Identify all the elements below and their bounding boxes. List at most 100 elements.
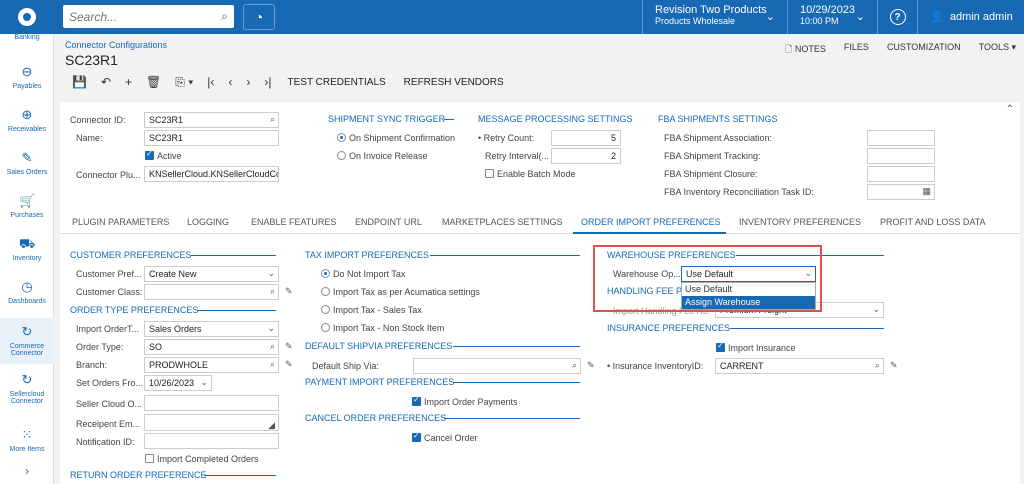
test-credentials-button[interactable]: TEST CREDENTIALS <box>279 77 395 88</box>
help-button[interactable]: ? <box>877 0 917 34</box>
history-button[interactable]: ◔ <box>243 4 275 30</box>
tab-bar: PLUGIN PARAMETERS LOGGING ENABLE FEATURE… <box>60 212 1020 234</box>
notes-button[interactable]: 🗋 NOTES <box>785 42 826 58</box>
customer-pref-select[interactable]: Create New ⌄ <box>144 266 279 282</box>
on-shipment-radio[interactable] <box>337 133 346 142</box>
sidebar-item-sellercloud-connector[interactable]: ↻ Sellercloud Connector <box>0 372 54 405</box>
tab-plugin-parameters[interactable]: PLUGIN PARAMETERS <box>72 217 169 227</box>
form-area: ⌃ Connector ID: SC23R1 ⌕ Name: SC23R1 Act… <box>60 102 1020 484</box>
copy-icon[interactable]: ⎘ ▾ <box>168 75 200 90</box>
add-icon[interactable]: + <box>118 75 139 89</box>
company-selector[interactable]: Revision Two Products Products Wholesale… <box>642 0 787 34</box>
batch-mode-checkbox[interactable] <box>485 169 494 178</box>
cancel-order-checkbox[interactable] <box>412 431 421 442</box>
import-insurance-checkbox[interactable] <box>716 341 725 352</box>
tab-endpoint-url[interactable]: ENDPOINT URL <box>355 217 422 227</box>
seller-cloud-field[interactable] <box>144 395 279 411</box>
date-selector[interactable]: 10/29/2023 10:00 PM ⌄ <box>787 0 877 34</box>
sidebar-item-dashboards[interactable]: ◷ Dashboards <box>0 279 54 305</box>
breadcrumb[interactable]: Connector Configurations <box>65 40 167 50</box>
fba-closure-field[interactable] <box>867 166 935 182</box>
edit-icon[interactable]: ✎ <box>890 360 898 371</box>
sidebar-item-label: Dashboards <box>8 298 46 305</box>
sidebar-item-sales-orders[interactable]: ✎ Sales Orders <box>0 150 54 176</box>
import-tax-acumatica-radio[interactable] <box>321 287 330 296</box>
calendar-icon[interactable]: ▦ <box>922 186 931 197</box>
search-icon[interactable]: ⌕ <box>270 341 275 352</box>
sidebar-item-commerce-connector[interactable]: ↻ Commerce Connector <box>0 318 54 364</box>
insurance-inventory-field[interactable]: CARRENT ⌕ <box>715 358 884 374</box>
import-completed-checkbox[interactable] <box>145 454 154 463</box>
sidebar-item-purchases[interactable]: 🛒 Purchases <box>0 193 54 219</box>
fba-recon-field[interactable]: ▦ <box>867 184 935 200</box>
on-invoice-radio[interactable] <box>337 151 346 160</box>
user-menu[interactable]: 👤 admin admin <box>917 0 1024 34</box>
search-icon[interactable]: ⌕ <box>221 9 228 24</box>
search-icon[interactable]: ⌕ <box>270 286 275 297</box>
sidebar-item-more-items[interactable]: ⁙ More Items <box>0 427 54 453</box>
import-order-type-select[interactable]: Sales Orders ⌄ <box>144 321 279 337</box>
sidebar-item-banking[interactable]: Banking <box>0 34 54 41</box>
edit-icon[interactable]: ✎ <box>285 359 293 370</box>
retry-interval-field[interactable]: 2 <box>551 148 621 164</box>
tab-order-import-preferences[interactable]: ORDER IMPORT PREFERENCES <box>581 217 721 227</box>
tab-marketplaces-settings[interactable]: MARKETPLACES SETTINGS <box>442 217 563 227</box>
search-icon[interactable]: ⌕ <box>572 360 577 371</box>
import-tax-sales-radio[interactable] <box>321 305 330 314</box>
search-input[interactable]: Search... ⌕ <box>63 5 234 28</box>
fba-association-field[interactable] <box>867 130 935 146</box>
logo[interactable] <box>0 0 54 34</box>
collapse-icon[interactable]: ⌃ <box>1006 104 1014 115</box>
save-icon[interactable]: 💾 <box>65 75 94 89</box>
branch-field[interactable]: PRODWHOLE ⌕ <box>144 357 279 373</box>
tab-enable-features[interactable]: ENABLE FEATURES <box>251 217 336 227</box>
customer-class-field[interactable]: ⌕ <box>144 284 279 300</box>
active-label: Active <box>157 151 182 161</box>
sidebar-item-payables[interactable]: ⊖ Payables <box>0 64 54 90</box>
tab-logging[interactable]: LOGGING <box>187 217 229 227</box>
sidebar-item-receivables[interactable]: ⊕ Receivables <box>0 107 54 133</box>
customer-class-label: Customer Class: <box>76 287 143 297</box>
default-ship-via-field[interactable]: ⌕ <box>413 358 581 374</box>
sync-icon: ↻ <box>21 324 33 339</box>
chevron-right-icon[interactable]: › <box>0 464 54 478</box>
sidebar-item-inventory[interactable]: ⛟ Inventory <box>0 236 54 262</box>
plugin-field[interactable]: KNSellerCloud.KNSellerCloudCo <box>144 166 279 182</box>
first-record-icon[interactable]: |‹ <box>200 75 221 89</box>
refresh-vendors-button[interactable]: REFRESH VENDORS <box>395 77 513 88</box>
insurance-inventory-value: CARRENT <box>720 361 764 371</box>
recipient-email-field[interactable]: ◢ <box>144 414 279 431</box>
edit-icon[interactable]: ✎ <box>285 286 293 297</box>
tab-inventory-preferences[interactable]: INVENTORY PREFERENCES <box>739 217 861 227</box>
help-icon: ? <box>889 9 906 25</box>
set-orders-date[interactable]: 10/26/2023 ⌄ <box>144 375 212 391</box>
import-tax-non-stock-radio[interactable] <box>321 323 330 332</box>
search-icon[interactable]: ⌕ <box>270 359 275 370</box>
notification-field[interactable] <box>144 433 279 449</box>
do-not-import-tax-radio[interactable] <box>321 269 330 278</box>
gauge-icon: ◷ <box>21 279 33 294</box>
delete-icon[interactable]: 🗑 <box>139 75 168 89</box>
order-type-field[interactable]: SO ⌕ <box>144 339 279 355</box>
last-record-icon[interactable]: ›| <box>257 75 278 89</box>
connector-id-field[interactable]: SC23R1 ⌕ <box>144 112 279 128</box>
active-checkbox[interactable] <box>145 149 154 160</box>
edit-icon[interactable]: ✎ <box>285 341 293 352</box>
tools-button[interactable]: TOOLS ▾ <box>979 42 1016 58</box>
tab-profit-and-loss-data[interactable]: PROFIT AND LOSS DATA <box>880 217 986 227</box>
fba-tracking-field[interactable] <box>867 148 935 164</box>
retry-count-field[interactable]: 5 <box>551 130 621 146</box>
undo-icon[interactable]: ↶ <box>94 75 118 89</box>
search-icon[interactable]: ⌕ <box>875 360 880 371</box>
next-record-icon[interactable]: › <box>239 75 257 89</box>
import-order-payments-checkbox[interactable] <box>412 395 421 406</box>
search-icon[interactable]: ⌕ <box>270 114 275 125</box>
previous-record-icon[interactable]: ‹ <box>221 75 239 89</box>
customization-button[interactable]: CUSTOMIZATION <box>887 42 961 58</box>
section-divider <box>430 255 580 256</box>
set-orders-value: 10/26/2023 <box>149 378 195 388</box>
edit-icon[interactable]: ✎ <box>587 360 595 371</box>
name-field[interactable]: SC23R1 <box>144 130 279 146</box>
business-time: 10:00 PM <box>800 16 839 26</box>
files-button[interactable]: FILES <box>844 42 869 58</box>
